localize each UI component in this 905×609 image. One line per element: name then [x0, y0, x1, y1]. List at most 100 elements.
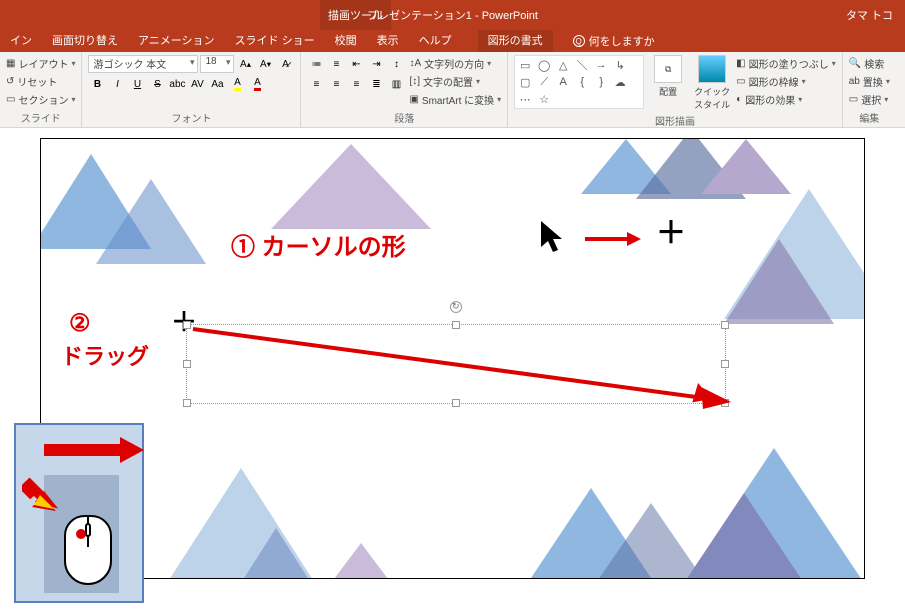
group-font: 游ゴシック 本文 18 A▴ A▾ A̷ B I U S abc AV Aa: [82, 52, 301, 127]
underline-button[interactable]: U: [128, 75, 146, 93]
shape-star-icon[interactable]: ☆: [536, 92, 552, 106]
crosshair-cursor-icon: ＋: [656, 219, 686, 249]
tab-slideshow[interactable]: スライド ショー: [225, 30, 325, 52]
align-text-icon: [↕]: [409, 76, 420, 87]
shape-fill-button[interactable]: ◧図形の塗りつぶし▾: [736, 55, 836, 71]
quick-styles-icon: [698, 55, 726, 83]
bold-button[interactable]: B: [88, 75, 106, 93]
reset-button[interactable]: ↺リセット: [6, 73, 75, 89]
triangle-decoration: [331, 543, 391, 579]
tab-help[interactable]: ヘルプ: [409, 30, 462, 52]
document-title: プレゼンテーション1 - PowerPoint: [367, 7, 538, 23]
user-name[interactable]: タマ トコ: [846, 7, 893, 23]
group-font-label: フォント: [88, 110, 294, 125]
section-button[interactable]: ▭セクション▾: [6, 91, 75, 107]
triangle-decoration: [684, 493, 804, 579]
font-highlight-button[interactable]: A: [228, 75, 246, 93]
quick-styles-button[interactable]: クイック スタイル: [692, 55, 732, 111]
layout-button[interactable]: ▦レイアウト▾: [6, 55, 75, 71]
group-slide: ▦レイアウト▾ ↺リセット ▭セクション▾ スライド: [0, 52, 82, 127]
text-direction-icon: ↕A: [409, 58, 421, 69]
lightbulb-icon: Q: [573, 35, 585, 47]
ribbon-tabs: イン 画面切り替え アニメーション スライド ショー 校閲 表示 ヘルプ 図形の…: [0, 30, 905, 52]
shape-outline-button[interactable]: ▭図形の枠線▾: [736, 73, 836, 89]
shape-more-icon[interactable]: ⋯: [517, 92, 533, 106]
change-case-button[interactable]: Aa: [208, 75, 226, 93]
triangle-decoration: [96, 179, 206, 264]
replace-button[interactable]: ab置換▾: [849, 73, 890, 89]
align-center-button[interactable]: ≡: [327, 75, 345, 93]
justify-button[interactable]: ≣: [367, 75, 385, 93]
line-spacing-button[interactable]: ↕: [387, 55, 405, 73]
rotate-handle[interactable]: [450, 301, 462, 313]
shape-triangle-icon[interactable]: △: [555, 58, 571, 72]
shape-brace-icon[interactable]: {: [574, 75, 590, 89]
shape-line-icon[interactable]: ＼: [574, 58, 590, 72]
decrease-indent-button[interactable]: ⇤: [347, 55, 365, 73]
align-text-button[interactable]: [↕]文字の配置▾: [409, 73, 501, 89]
shapes-gallery[interactable]: ▭ ◯ △ ＼ → ↳ ▢ ⟋ A { } ☁ ⋯ ☆: [514, 55, 644, 109]
shape-freeform-icon[interactable]: ⟋: [536, 75, 552, 89]
group-drawing: ▭ ◯ △ ＼ → ↳ ▢ ⟋ A { } ☁ ⋯ ☆ ⧉ 配置: [508, 52, 843, 127]
increase-font-button[interactable]: A▴: [236, 55, 254, 73]
char-spacing-button[interactable]: AV: [188, 75, 206, 93]
group-drawing-label: 図形描画: [514, 113, 836, 128]
align-right-button[interactable]: ≡: [347, 75, 365, 93]
font-size-selector[interactable]: 18: [200, 55, 234, 73]
bullets-button[interactable]: ≔: [307, 55, 325, 73]
arrange-button[interactable]: ⧉ 配置: [648, 55, 688, 98]
tab-design[interactable]: イン: [0, 30, 42, 52]
text-shadow-button[interactable]: abc: [168, 75, 186, 93]
font-name-selector[interactable]: 游ゴシック 本文: [88, 55, 198, 73]
shape-rect-icon[interactable]: ▭: [517, 58, 533, 72]
shape-connector-icon[interactable]: ↳: [612, 58, 628, 72]
shape-rect2-icon[interactable]: ▢: [517, 75, 533, 89]
shape-brace2-icon[interactable]: }: [593, 75, 609, 89]
group-slide-label: スライド: [6, 110, 75, 125]
annotation-arrow-icon: [581, 229, 641, 249]
resize-handle-w[interactable]: [183, 360, 191, 368]
effects-icon: ◐: [736, 94, 742, 105]
text-direction-button[interactable]: ↕A文字列の方向▾: [409, 55, 501, 71]
tab-review[interactable]: 校閲: [325, 30, 367, 52]
slide-canvas[interactable]: ① カーソルの形 ＋ ② ドラッグ ＋: [40, 138, 865, 579]
resize-handle-sw[interactable]: [183, 399, 191, 407]
search-icon: 🔍: [849, 58, 861, 69]
clear-formatting-button[interactable]: A̷: [276, 55, 294, 73]
triangle-decoration: [271, 144, 431, 229]
columns-button[interactable]: ▥: [387, 75, 405, 93]
title-bar: 描画ツール プレゼンテーション1 - PowerPoint タマ トコ: [0, 0, 905, 30]
inset-click-arrow-icon: [22, 477, 62, 517]
tab-view[interactable]: 表示: [367, 30, 409, 52]
shape-ellipse-icon[interactable]: ◯: [536, 58, 552, 72]
group-paragraph: ≔ ≡ ⇤ ⇥ ↕ ≡ ≡ ≡ ≣ ▥ ↕A文字列の方向▾: [301, 52, 508, 127]
align-left-button[interactable]: ≡: [307, 75, 325, 93]
triangle-decoration: [701, 139, 791, 194]
increase-indent-button[interactable]: ⇥: [367, 55, 385, 73]
group-paragraph-label: 段落: [307, 110, 501, 125]
arrow-cursor-icon: [538, 219, 566, 255]
resize-handle-nw[interactable]: [183, 321, 191, 329]
find-button[interactable]: 🔍検索: [849, 55, 890, 71]
fill-icon: ◧: [736, 58, 745, 69]
smartart-convert-button[interactable]: ▣SmartArt に変換▾: [409, 91, 501, 107]
shape-textbox-icon[interactable]: A: [555, 75, 571, 89]
slide-area[interactable]: ① カーソルの形 ＋ ② ドラッグ ＋: [30, 128, 875, 589]
mouse-left-click-icon: [76, 529, 86, 539]
tell-me-label: 何をしますか: [589, 33, 655, 49]
tell-me-search[interactable]: Q 何をしますか: [573, 33, 655, 49]
shape-cloud-icon[interactable]: ☁: [612, 75, 628, 89]
tab-shape-format[interactable]: 図形の書式: [478, 30, 553, 52]
select-button[interactable]: ▭選択▾: [849, 91, 890, 107]
strikethrough-button[interactable]: S: [148, 75, 166, 93]
shape-effects-button[interactable]: ◐図形の効果▾: [736, 91, 836, 107]
italic-button[interactable]: I: [108, 75, 126, 93]
shape-arrow-icon[interactable]: →: [593, 58, 609, 72]
triangle-decoration: [724, 239, 834, 324]
drag-arrow-icon: [191, 327, 741, 412]
decrease-font-button[interactable]: A▾: [256, 55, 274, 73]
numbering-button[interactable]: ≡: [327, 55, 345, 73]
tab-transitions[interactable]: 画面切り替え: [42, 30, 128, 52]
tab-animations[interactable]: アニメーション: [128, 30, 225, 52]
font-color-button[interactable]: A: [248, 75, 266, 93]
